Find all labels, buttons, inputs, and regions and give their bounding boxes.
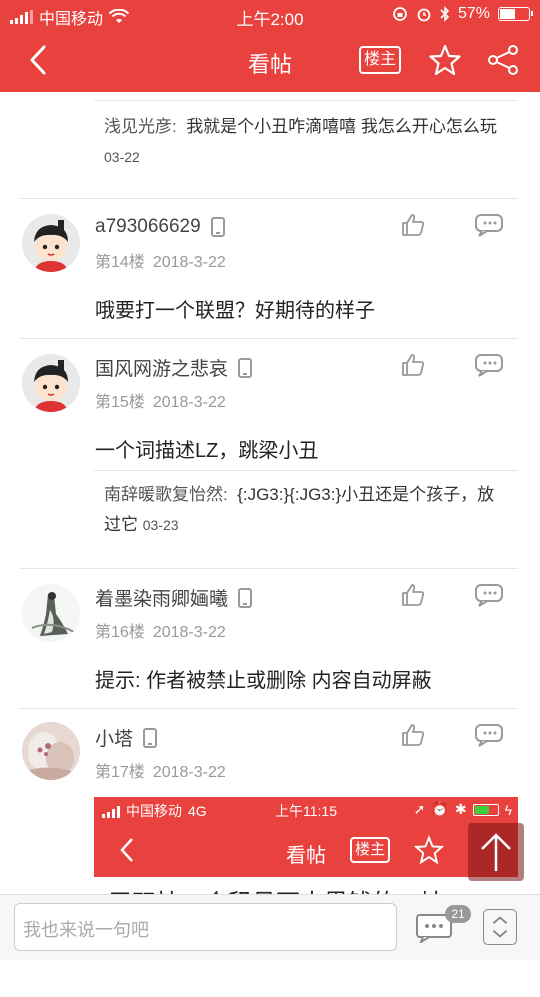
mobile-device-icon (238, 587, 253, 608)
mobile-device-icon (210, 217, 225, 237)
star-icon[interactable] (428, 43, 462, 77)
reply-date: 03-23 (142, 517, 179, 533)
floor-number: 第16楼 (95, 624, 145, 641)
avatar[interactable] (22, 214, 80, 272)
floor-reply[interactable]: 浅见光彦: 我就是个小丑咋滴嘻嘻 我怎么开心怎么玩 03-22 (94, 112, 518, 172)
comment-icon[interactable] (474, 583, 504, 607)
battery-icon (472, 803, 499, 816)
post-date: 2018-3-22 (152, 624, 226, 641)
share-icon[interactable] (486, 43, 520, 77)
floor-number: 第17楼 (95, 764, 145, 781)
thumbs-up-icon[interactable] (401, 353, 425, 377)
post-meta: 第15楼 2018-3-22 (95, 388, 226, 412)
username[interactable]: 着墨染雨卿婳曦 (95, 584, 253, 611)
username[interactable]: a793066629 (95, 216, 225, 238)
floor-reply[interactable]: 南辞暖歌复怡然: {:JG3:}{:JG3:}小丑还是个孩子，放过它 03-23 (94, 480, 518, 540)
post-date: 2018-3-22 (152, 394, 226, 411)
rotation-lock-icon (393, 7, 407, 21)
battery-icon (498, 7, 533, 21)
bluetooth-icon (440, 6, 450, 22)
comment-icon[interactable] (474, 723, 504, 747)
avatar[interactable] (22, 722, 80, 780)
avatar[interactable] (22, 354, 80, 412)
alarm-icon: ⏰ (431, 801, 449, 817)
only-op-button[interactable]: 楼主 (359, 46, 401, 74)
post-meta: 第16楼 2018-3-22 (95, 618, 226, 642)
reply-input[interactable]: 我也来说一句吧 (14, 903, 397, 951)
floor-number: 第14楼 (95, 254, 145, 271)
arrow-up-icon (481, 833, 511, 871)
post-meta: 第14楼 2018-3-22 (95, 248, 226, 272)
reply-author[interactable]: 浅见光彦: (104, 117, 177, 136)
mobile-device-icon (238, 357, 253, 378)
embedded-nav-bar: 看帖 楼主 (94, 823, 518, 877)
bottom-bar: 我也来说一句吧 21 (0, 894, 540, 960)
embedded-louzhu: 楼主 (350, 837, 390, 863)
battery-percent: 57% (457, 5, 490, 22)
username-text[interactable]: 国风网游之悲哀 (95, 354, 228, 381)
username-text[interactable]: 小塔 (95, 724, 133, 751)
post-body: 哦要打一个联盟？好期待的样子 (95, 300, 375, 322)
scroll-to-top-button[interactable] (468, 823, 524, 881)
thumbs-up-icon[interactable] (401, 213, 425, 237)
reply-author[interactable]: 南辞暖歌复怡然: (104, 485, 228, 504)
embedded-status-bar: 中国移动 4G 上午11:15 ➚ ⏰ ✱ ϟ (94, 797, 518, 823)
avatar[interactable] (22, 584, 80, 642)
comment-icon[interactable] (474, 353, 504, 377)
charging-icon: ϟ (504, 801, 512, 818)
embedded-title: 看帖 (286, 845, 326, 867)
comment-count-badge: 21 (445, 905, 471, 923)
thread-content[interactable]: 浅见光彦: 我就是个小丑咋滴嘻嘻 我怎么开心怎么玩 03-22 a7930666… (0, 92, 540, 894)
username-text[interactable]: 着墨染雨卿婳曦 (95, 584, 228, 611)
reply-text: 我就是个小丑咋滴嘻嘻 我怎么开心怎么玩 (186, 117, 497, 136)
alarm-icon (417, 8, 431, 22)
post-date: 2018-3-22 (152, 764, 226, 781)
username[interactable]: 国风网游之悲哀 (95, 354, 253, 381)
post-date: 2018-3-22 (152, 254, 226, 271)
post-body: 提示: 作者被禁止或删除 内容自动屏蔽 (95, 670, 432, 692)
page-jump-icon[interactable] (483, 909, 517, 945)
thumbs-up-icon[interactable] (401, 583, 425, 607)
star-icon (414, 835, 444, 865)
comment-icon[interactable] (474, 213, 504, 237)
location-icon: ➚ (413, 801, 426, 817)
username-text[interactable]: a793066629 (95, 216, 201, 238)
post-body: 一个词描述LZ，跳梁小丑 (95, 440, 319, 462)
nav-bar: 看帖 楼主 (0, 30, 540, 92)
post-meta: 第17楼 2018-3-22 (95, 758, 226, 782)
bluetooth-icon: ✱ (454, 801, 467, 817)
floor-number: 第15楼 (95, 394, 145, 411)
username[interactable]: 小塔 (95, 724, 158, 751)
reply-date: 03-22 (104, 149, 140, 165)
thumbs-up-icon[interactable] (401, 723, 425, 747)
mobile-device-icon (143, 727, 158, 748)
status-bar: 中国移动 上午2:00 57% (0, 0, 540, 30)
